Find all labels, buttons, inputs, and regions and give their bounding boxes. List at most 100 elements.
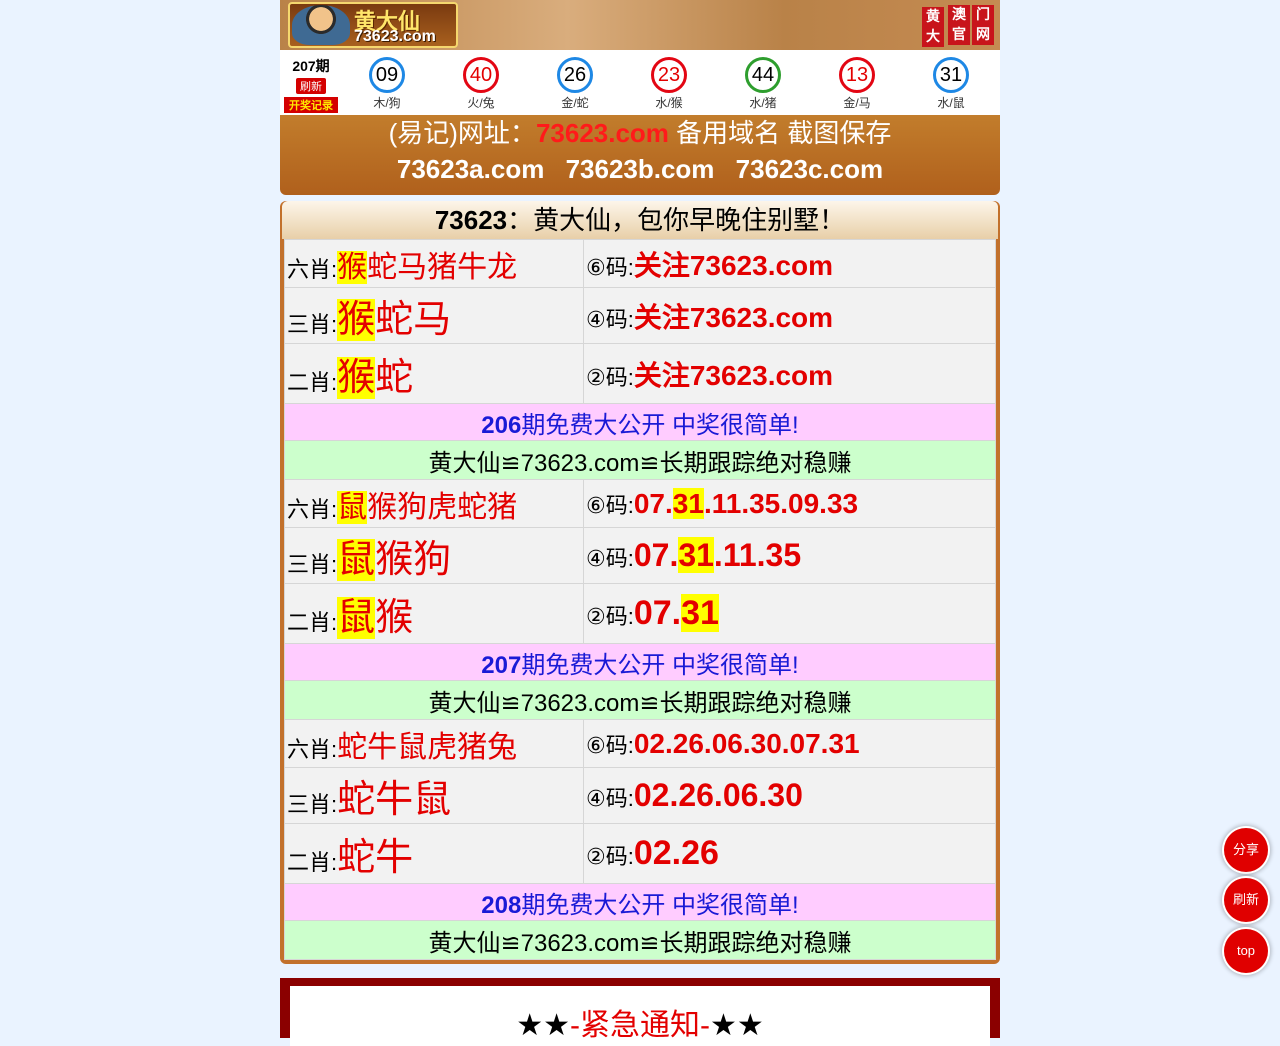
two-code-cell: ②码:02.26: [583, 823, 996, 884]
notice-box: ★★-紧急通知-★★: [290, 986, 990, 1046]
mirror-domain-link[interactable]: 73623b.com: [566, 154, 715, 184]
highlight-zodiac: 鼠: [337, 597, 376, 639]
row-label: 二肖:: [287, 370, 338, 395]
slogan-text: 黄大仙≌73623.com≌长期跟踪绝对稳赚: [284, 920, 996, 960]
mirror-domain-link[interactable]: 73623a.com: [397, 154, 544, 184]
issue-slogan: 期免费大公开 中奖很简单!: [521, 891, 799, 919]
zodiac-list: 蛇: [375, 357, 414, 399]
result-ball: 23: [651, 57, 687, 93]
back-to-top-button[interactable]: top: [1224, 929, 1268, 973]
zodiac-list: 蛇牛鼠: [337, 779, 452, 821]
prediction-panel: 73623：黄大仙，包你早晚住别墅！ 六肖:猴蛇马猪牛龙 ⑥码:关注73623.…: [280, 201, 1000, 964]
table-row: 六肖:鼠猴狗虎蛇猪 ⑥码:07.31.11.35.09.33: [284, 479, 996, 528]
banner-suffix: 备用域名 截图保存: [668, 118, 892, 148]
official-seal: 黄 澳 门 大 官 网: [922, 3, 994, 47]
row-label: ④码:: [586, 546, 634, 571]
code-value: 02.26.06.30.07.31: [633, 727, 860, 759]
highlight-zodiac: 猴: [337, 357, 376, 399]
ball-zodiac: 水/鼠: [937, 96, 965, 110]
four-code-cell: ④码:关注73623.com: [583, 287, 996, 344]
star-icon: ★★: [709, 1009, 764, 1042]
code-value: 07.: [633, 487, 673, 519]
zodiac-list: 猴: [375, 597, 414, 639]
row-label: 六肖:: [287, 736, 338, 762]
row-label: ②码:: [586, 364, 634, 390]
urgent-notice: ★★-紧急通知-★★: [280, 978, 1000, 1046]
code-value: 02.26: [633, 834, 719, 872]
row-label: ⑥码:: [586, 492, 634, 518]
zodiac-list: 蛇马猪牛龙: [367, 250, 518, 284]
row-label: ⑥码:: [586, 254, 634, 280]
row-label: ④码:: [586, 786, 634, 811]
row-label: 三肖:: [287, 312, 338, 337]
code-value: 关注73623.com: [633, 249, 834, 281]
row-label: ⑥码:: [586, 732, 634, 758]
two-zodiac-cell: 二肖:鼠猴: [284, 583, 584, 644]
three-zodiac-cell: 三肖:鼠猴狗: [284, 527, 584, 584]
seal-char: 大: [922, 27, 944, 47]
row-label: 三肖:: [287, 792, 338, 817]
code-value: 关注73623.com: [633, 301, 834, 333]
ball-zodiac: 金/蛇: [561, 96, 589, 110]
code-value: .11.35.09.33: [703, 487, 859, 519]
issue-announcement: 207期免费大公开 中奖很简单!: [284, 643, 996, 681]
slogan-text: 黄大仙≌73623.com≌长期跟踪绝对稳赚: [284, 680, 996, 720]
star-icon: ★★: [516, 1009, 570, 1042]
row-label: 三肖:: [287, 552, 338, 577]
zodiac-list: 蛇牛: [337, 837, 414, 879]
table-row: 六肖:蛇牛鼠虎猪兔 ⑥码:02.26.06.30.07.31: [284, 719, 996, 768]
six-zodiac-cell: 六肖:鼠猴狗虎蛇猪: [284, 479, 584, 528]
slogan-row: 黄大仙≌73623.com≌长期跟踪绝对稳赚: [284, 440, 996, 480]
highlight-zodiac: 猴: [337, 250, 368, 284]
result-ball: 31: [933, 57, 969, 93]
panel-title-number: 73623: [434, 205, 508, 235]
code-value: 07.: [633, 594, 682, 632]
panel-title-text: ：黄大仙，包你早晚住别墅！: [507, 205, 846, 235]
issue-info: 207期 刷新 开奖记录: [284, 56, 338, 113]
six-code-cell: ⑥码:07.31.11.35.09.33: [583, 479, 996, 528]
logo-domain: 73623.com: [354, 28, 436, 45]
prediction-table: 六肖:猴蛇马猪牛龙 ⑥码:关注73623.com 三肖:猴蛇马 ④码:关注736…: [284, 239, 996, 960]
result-ball: 40: [463, 57, 499, 93]
two-code-cell: ②码:关注73623.com: [583, 343, 996, 404]
result-ball: 26: [557, 57, 593, 93]
issue-announcement: 208期免费大公开 中奖很简单!: [284, 883, 996, 921]
highlight-zodiac: 鼠: [337, 490, 368, 524]
panel-title: 73623：黄大仙，包你早晚住别墅！: [282, 201, 998, 239]
two-code-cell: ②码:07.31: [583, 583, 996, 644]
zodiac-list: 猴狗虎蛇猪: [367, 490, 518, 524]
issue-row: 206期免费大公开 中奖很简单!: [284, 403, 996, 441]
row-label: ④码:: [586, 306, 634, 332]
four-code-cell: ④码:07.31.11.35: [583, 527, 996, 584]
zodiac-list: 蛇马: [375, 299, 452, 341]
code-value: 02.26.06.30: [633, 777, 803, 813]
issue-slogan: 期免费大公开 中奖很简单!: [521, 411, 799, 439]
issue-number: 206: [481, 411, 522, 439]
share-button[interactable]: 分享: [1224, 828, 1268, 872]
slogan-row: 黄大仙≌73623.com≌长期跟踪绝对稳赚: [284, 680, 996, 720]
page-container: 黄大仙 73623.com 黄 澳 门 大 官 网 207期 刷新 开奖记录 0…: [280, 0, 1000, 964]
ball-zodiac: 金/马: [843, 96, 871, 110]
refresh-button[interactable]: 刷新: [296, 78, 326, 94]
refresh-fab-button[interactable]: 刷新: [1224, 878, 1268, 922]
mirror-domain-link[interactable]: 73623c.com: [736, 154, 883, 184]
deity-portrait: [292, 5, 350, 45]
site-logo[interactable]: 黄大仙 73623.com: [288, 2, 458, 48]
main-domain-link[interactable]: 73623.com: [536, 118, 669, 148]
row-label: 二肖:: [287, 610, 338, 635]
draw-history-link[interactable]: 开奖记录: [284, 97, 338, 113]
mirror-domains: 73623a.com 73623b.com 73623c.com: [280, 150, 1000, 188]
highlight-zodiac: 猴: [337, 299, 376, 341]
table-row: 二肖:猴蛇 ②码:关注73623.com: [284, 343, 996, 404]
table-row: 三肖:猴蛇马 ④码:关注73623.com: [284, 287, 996, 344]
seal-char: 澳: [948, 5, 970, 25]
issue-number: 207: [481, 651, 522, 679]
issue-row: 208期免费大公开 中奖很简单!: [284, 883, 996, 921]
result-ball: 13: [839, 57, 875, 93]
row-label: 六肖:: [287, 256, 338, 282]
ball-zodiac: 火/兔: [467, 96, 495, 110]
code-value: 07.: [633, 537, 679, 573]
six-code-cell: ⑥码:关注73623.com: [583, 239, 996, 288]
result-ball: 44: [745, 57, 781, 93]
issue-slogan: 期免费大公开 中奖很简单!: [521, 651, 799, 679]
